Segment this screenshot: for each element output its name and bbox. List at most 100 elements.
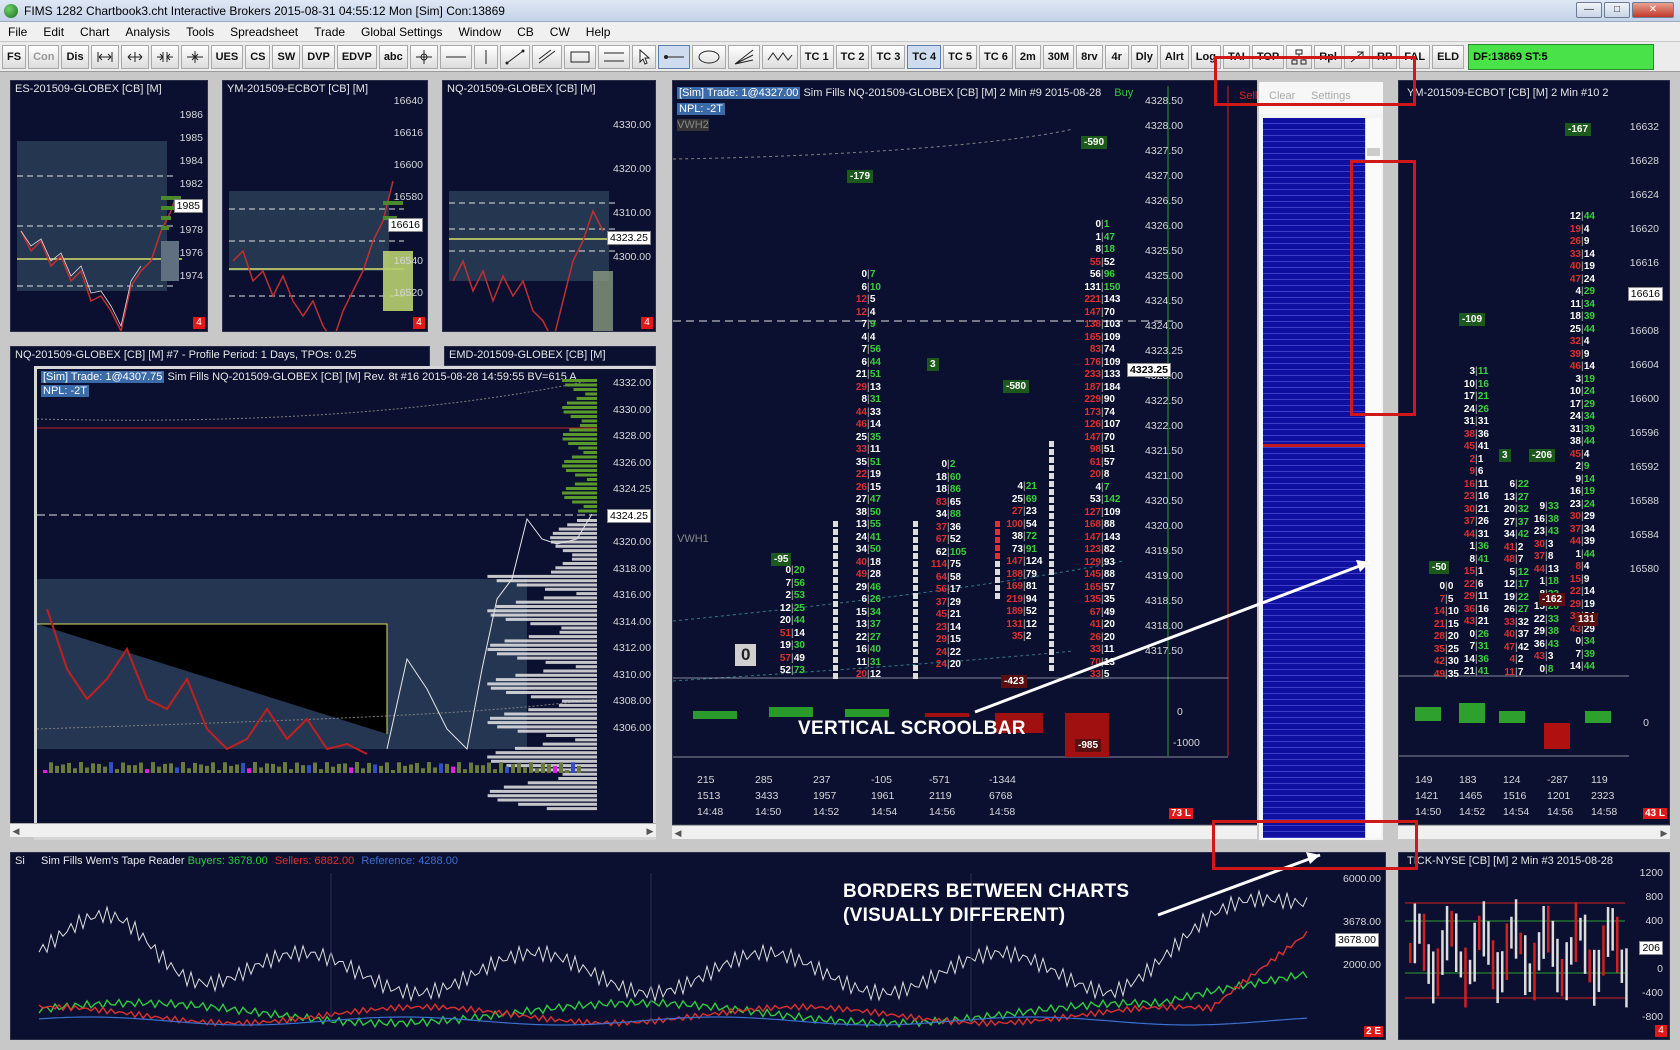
menu-chart[interactable]: Chart [72, 25, 117, 39]
tc3-button[interactable]: TC 3 [871, 44, 906, 69]
ym2-cell: 10|24 [1569, 386, 1595, 397]
footprint-scroll-left-icon[interactable]: ◀ [672, 827, 684, 839]
maximize-button[interactable]: □ [1604, 2, 1630, 18]
trend-line-icon[interactable] [499, 44, 530, 69]
scroll-left-icon[interactable]: ◀ [10, 825, 22, 837]
wave-icon[interactable] [761, 44, 798, 69]
ym2-cell: 31|39 [1569, 423, 1595, 435]
ellipse-icon[interactable] [691, 44, 726, 69]
ray-line-icon[interactable] [657, 44, 690, 69]
close-button[interactable]: ✕ [1632, 2, 1674, 18]
nq-small-chart[interactable]: NQ-201509-GLOBEX [CB] [M] 4330.00 4320.00… [442, 80, 656, 332]
ym2-cell: 17|29 [1569, 398, 1595, 410]
menu-global-settings[interactable]: Global Settings [353, 25, 450, 39]
es-price-tick: 1974 [179, 270, 203, 282]
footprint-cell: 189|52 [1006, 606, 1037, 617]
4r-button[interactable]: 4r [1104, 44, 1129, 69]
menu-window[interactable]: Window [450, 25, 509, 39]
menu-spreadsheet[interactable]: Spreadsheet [222, 25, 306, 39]
ym-chart[interactable]: YM-201509-ECBOT [CB] [M] 16640 16616 16600… [222, 80, 428, 332]
ym2-cell: 1|36 [1469, 541, 1489, 552]
nq-small-price-axis: 4330.00 4320.00 4310.00 4300.00 [605, 81, 651, 331]
footprint-summary-value: 237 [813, 774, 831, 786]
eld-button[interactable]: ELD [1432, 44, 1465, 69]
menu-cb[interactable]: CB [509, 25, 542, 39]
horizontal-line-icon[interactable] [439, 44, 472, 69]
menu-analysis[interactable]: Analysis [117, 25, 178, 39]
ym2-scroll-right-icon[interactable]: ▶ [1658, 827, 1670, 839]
dvp-button[interactable]: DVP [302, 44, 335, 69]
ym2-cell: 14|10 [1433, 606, 1459, 617]
ym2-hscrollbar[interactable]: ▶ [1398, 825, 1670, 839]
scrollbar-annotation: VERTICAL SCROOLBAR [798, 718, 1026, 739]
tick-time-label: 14:04 [1481, 1037, 1507, 1039]
fs-button[interactable]: FS [2, 44, 27, 69]
30m-button[interactable]: 30M [1042, 44, 1075, 69]
minimize-button[interactable]: — [1576, 2, 1602, 18]
ym2-summary-value: 1465 [1459, 790, 1483, 802]
rectangle-icon[interactable] [563, 44, 596, 69]
edvp-button[interactable]: EDVP [336, 44, 377, 69]
sw-button[interactable]: SW [272, 44, 301, 69]
crosshair-icon[interactable] [409, 44, 438, 69]
text-tool-button[interactable]: abc [378, 44, 408, 69]
tick-chart[interactable]: TICK-NYSE [CB] [M] 2 Min #3 2015-08-28 1… [1398, 852, 1670, 1040]
footprint-cell: 56|96 [1089, 269, 1115, 280]
footprint-cell: 18|86 [935, 484, 961, 495]
ym-price-tick: 16520 [393, 287, 423, 299]
footprint-price-tick: 4324.00 [1145, 320, 1183, 332]
tc2-button[interactable]: TC 2 [835, 44, 870, 69]
footprint-cell: 126|107 [1084, 419, 1121, 430]
nq-small-time-label: 14:48 [559, 329, 585, 331]
tc4-button[interactable]: TC 4 [907, 44, 942, 69]
footprint-cell: 8|31 [861, 394, 881, 405]
scroll-up-icon[interactable] [1367, 148, 1380, 156]
tape-reader-chart[interactable]: Si Sim Fills Wem's Tape Reader Buyers: 3… [10, 852, 1386, 1040]
footprint-cell: 26|20 [1089, 631, 1115, 643]
footprint-cell: 67|52 [935, 534, 961, 545]
tc6-button[interactable]: TC 6 [979, 44, 1013, 69]
footprint-price-tick: 4320.50 [1145, 495, 1183, 507]
cs-button[interactable]: CS [245, 44, 271, 69]
connect-button[interactable]: Con [28, 44, 60, 69]
nq-profile-hscrollbar[interactable]: ◀ ▶ [10, 823, 656, 837]
ym2-cell: 38|36 [1463, 428, 1489, 440]
expand-horizontal-icon[interactable] [120, 44, 149, 69]
footprint-hscrollbar[interactable]: ◀ [672, 825, 1272, 839]
pointer-icon[interactable] [631, 44, 656, 69]
menu-cw[interactable]: CW [542, 25, 578, 39]
tc1-button[interactable]: TC 1 [799, 44, 834, 69]
es-chart[interactable]: ES-201509-GLOBEX [CB] [M] 1986 1985 1984 19… [10, 80, 208, 332]
ues-button[interactable]: UES [210, 44, 244, 69]
main-toolbar: FS Con Dis UES CS SW DVP EDVP abc TC 1 T… [0, 42, 1680, 72]
range-icon[interactable] [597, 44, 630, 69]
ym2-chart[interactable]: YM-201509-ECBOT [CB] [M] 2 Min #10 2 0|0… [1398, 80, 1670, 825]
nq-profile-chart[interactable]: [Sim] Trade: 1@4307.75 Sim Fills NQ-2015… [34, 366, 656, 840]
ym2-cell: 0|26 [1469, 628, 1489, 640]
footprint-chart[interactable]: [Sim] Trade: 1@4327.00 Sim Fills NQ-2015… [672, 80, 1262, 825]
8rv-button[interactable]: 8rv [1076, 44, 1103, 69]
ym2-cell: 30|29 [1569, 511, 1595, 522]
compress-right-icon[interactable] [180, 44, 209, 69]
channel-line-icon[interactable] [531, 44, 562, 69]
scroll-right-icon[interactable]: ▶ [644, 825, 656, 837]
fib-fan-icon[interactable] [727, 44, 760, 69]
emd-chart[interactable]: EMD-201509-GLOBEX [CB] [M] [444, 346, 656, 366]
2m-button[interactable]: 2m [1014, 44, 1041, 69]
menu-edit[interactable]: Edit [35, 25, 72, 39]
nq-small-price-tag: 4323.25 [607, 231, 651, 245]
disconnect-button[interactable]: Dis [61, 44, 89, 69]
menu-trade[interactable]: Trade [306, 25, 353, 39]
footprint-cell: 25|35 [855, 431, 881, 443]
vertical-line-icon[interactable] [473, 44, 498, 69]
zoom-horizontal-icon[interactable] [90, 44, 119, 69]
compress-left-icon[interactable] [150, 44, 179, 69]
footprint-cell: 13|37 [855, 619, 881, 630]
menu-tools[interactable]: Tools [178, 25, 222, 39]
daily-button[interactable]: Dly [1130, 44, 1158, 69]
menu-file[interactable]: File [0, 25, 35, 39]
alert-button[interactable]: Alrt [1159, 44, 1189, 69]
ym2-cell: 23|24 [1569, 498, 1595, 510]
tc5-button[interactable]: TC 5 [943, 44, 977, 69]
menu-help[interactable]: Help [578, 25, 619, 39]
